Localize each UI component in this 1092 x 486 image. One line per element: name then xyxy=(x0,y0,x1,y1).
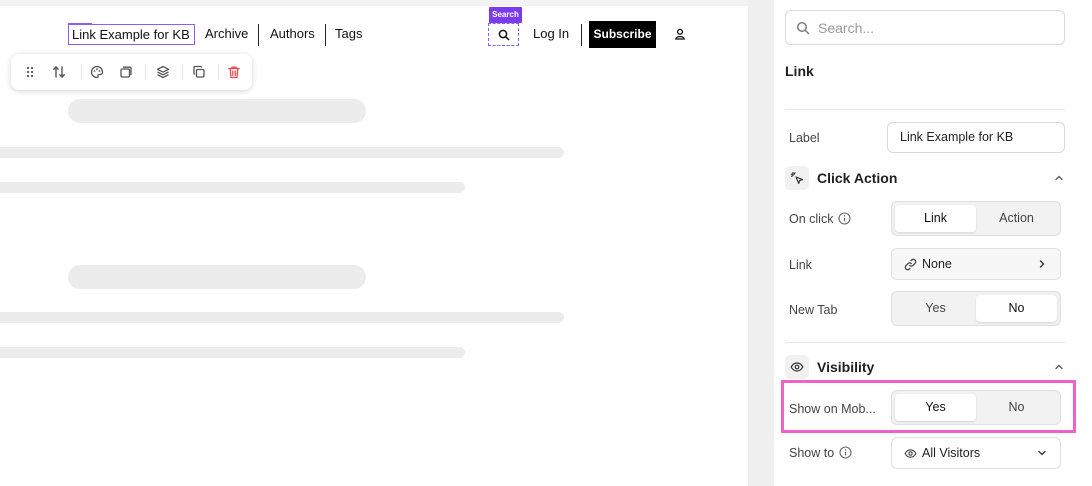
panel-search-input[interactable] xyxy=(818,19,1048,36)
search-element-tag: Search xyxy=(489,7,522,23)
new-tab-segmented: Yes No xyxy=(891,291,1061,326)
skeleton-line xyxy=(0,147,564,158)
divider xyxy=(785,342,1065,343)
link-icon xyxy=(904,258,917,270)
eye-icon xyxy=(785,355,809,379)
nav-link-authors[interactable]: Authors xyxy=(270,21,315,47)
skeleton-line xyxy=(0,182,465,193)
new-tab-label: New Tab xyxy=(789,303,838,317)
on-click-segmented: Link Action xyxy=(891,201,1061,236)
reorder-icon[interactable] xyxy=(50,63,68,81)
click-action-header[interactable]: Click Action xyxy=(785,166,1065,190)
skeleton-line xyxy=(0,347,465,358)
panel-search[interactable] xyxy=(785,10,1065,45)
info-icon[interactable] xyxy=(838,212,852,225)
new-tab-option-no[interactable]: No xyxy=(976,295,1057,322)
show-to-label-text: Show to xyxy=(789,446,835,460)
on-click-label: On click xyxy=(789,212,852,226)
eye-icon xyxy=(904,448,917,458)
on-click-option-link[interactable]: Link xyxy=(895,205,976,232)
label-input[interactable]: Link Example for KB xyxy=(887,122,1065,153)
show-to-select[interactable]: All Visitors xyxy=(891,437,1061,469)
search-icon xyxy=(796,21,810,34)
account-button[interactable] xyxy=(672,26,688,42)
toolbar-divider xyxy=(182,64,183,80)
nav-link-archive[interactable]: Archive xyxy=(205,21,248,47)
nav-divider xyxy=(325,24,326,46)
chevron-right-icon xyxy=(1036,258,1048,270)
click-action-title: Click Action xyxy=(817,170,898,186)
skeleton-heading xyxy=(68,99,366,123)
nav-divider xyxy=(581,24,582,46)
drag-handle-icon[interactable] xyxy=(21,63,39,81)
label-field-label: Label xyxy=(789,131,820,145)
new-tab-option-yes[interactable]: Yes xyxy=(895,295,976,322)
show-to-value: All Visitors xyxy=(922,446,981,460)
search-button[interactable] xyxy=(488,23,519,46)
skeleton-line xyxy=(0,312,564,323)
nav-link-selected[interactable]: Link Example for KB xyxy=(68,24,195,45)
show-to-label: Show to xyxy=(789,446,852,460)
nav-link-tags[interactable]: Tags xyxy=(335,21,362,47)
canvas-gutter xyxy=(748,0,774,486)
chevron-up-icon[interactable] xyxy=(1053,361,1065,373)
link-field-label: Link xyxy=(789,258,812,272)
toolbar-divider xyxy=(218,64,219,80)
chevron-up-icon[interactable] xyxy=(1053,172,1065,184)
user-icon xyxy=(675,28,685,40)
on-click-option-action[interactable]: Action xyxy=(976,205,1057,232)
cursor-click-icon xyxy=(785,166,809,190)
link-select-value: None xyxy=(922,257,952,271)
toolbar-divider xyxy=(81,64,82,80)
copy-icon[interactable] xyxy=(190,63,208,81)
subscribe-button[interactable]: Subscribe xyxy=(589,21,656,48)
visibility-title: Visibility xyxy=(817,359,875,375)
visibility-header[interactable]: Visibility xyxy=(785,355,1065,379)
panel-title: Link xyxy=(785,63,814,79)
element-toolbar xyxy=(11,54,252,90)
highlight-box xyxy=(781,380,1076,433)
layers-icon[interactable] xyxy=(154,63,172,81)
search-icon xyxy=(498,29,509,40)
on-click-label-text: On click xyxy=(789,212,834,226)
palette-icon[interactable] xyxy=(88,63,106,81)
delete-icon[interactable] xyxy=(225,63,243,81)
nav-divider xyxy=(258,24,259,46)
divider xyxy=(785,109,1065,110)
toolbar-divider xyxy=(145,64,146,80)
chevron-down-icon xyxy=(1036,447,1048,459)
info-icon[interactable] xyxy=(839,446,852,459)
duplicate-frame-icon[interactable] xyxy=(117,63,135,81)
login-link[interactable]: Log In xyxy=(533,21,569,47)
skeleton-heading xyxy=(68,265,366,289)
link-select[interactable]: None xyxy=(891,248,1061,280)
